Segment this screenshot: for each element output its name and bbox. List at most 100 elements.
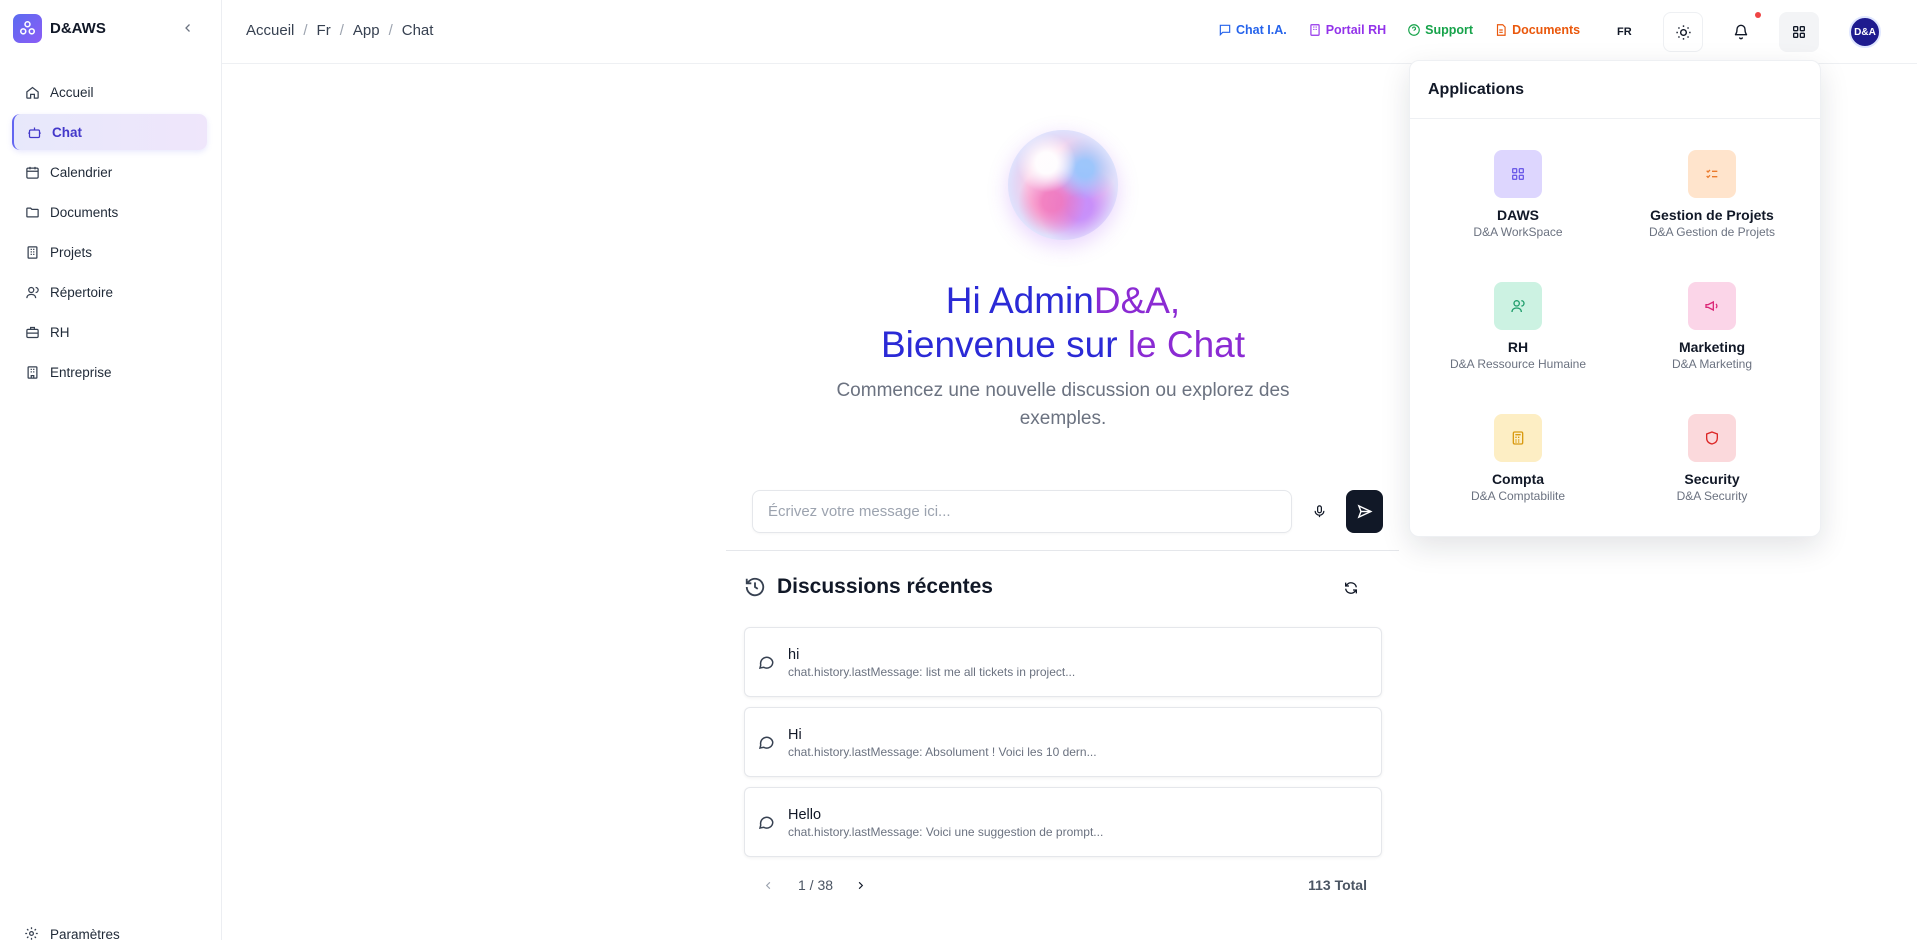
message-circle-icon — [758, 736, 774, 749]
conversation-item[interactable]: Hello chat.history.lastMessage: Voici un… — [744, 787, 1382, 857]
quick-link-label: Documents — [1512, 23, 1581, 37]
section-divider — [726, 550, 1399, 551]
bot-icon — [26, 124, 42, 140]
sidebar-item-entreprise[interactable]: Entreprise — [12, 354, 207, 390]
app-subtitle: D&A Comptabilite — [1470, 489, 1566, 503]
app-subtitle: D&A Marketing — [1671, 357, 1753, 371]
chevron-left-icon — [185, 24, 190, 32]
sidebar-item-projets[interactable]: Projets — [12, 234, 207, 270]
next-page-button[interactable] — [852, 875, 868, 895]
quick-links: Chat I.A. Portail RH Support Documents — [1218, 23, 1601, 37]
quick-link-portail-rh[interactable]: Portail RH — [1308, 23, 1386, 37]
language-switcher[interactable]: FR — [1617, 26, 1632, 38]
page-indicator: 1 / 38 — [798, 877, 834, 893]
app-name: DAWS — [1497, 207, 1539, 223]
sidebar-item-chat[interactable]: Chat — [12, 114, 207, 150]
top-header: Accueil / Fr / App / Chat Chat I.A. Port… — [222, 0, 1917, 64]
breadcrumb-current: Chat — [401, 22, 434, 39]
send-button[interactable] — [1346, 490, 1383, 533]
sidebar-item-rh[interactable]: RH — [12, 314, 207, 350]
notifications-button[interactable] — [1721, 12, 1761, 52]
sun-icon — [1675, 24, 1691, 40]
message-circle-icon — [758, 656, 774, 669]
refresh-button[interactable] — [1341, 578, 1361, 598]
conversation-title: Hello — [788, 807, 822, 823]
building-icon — [1310, 24, 1320, 36]
greeting-subtitle: Commencez une nouvelle discussion ou exp… — [836, 380, 1290, 429]
welcome-prefix: Bienvenue sur — [880, 324, 1128, 365]
sidebar-item-label: Paramètres — [50, 926, 120, 940]
app-tile-gestion-de-projets[interactable]: Gestion de Projets D&A Gestion de Projet… — [1615, 150, 1809, 260]
calendar-icon — [24, 164, 40, 180]
breadcrumb-item[interactable]: Accueil — [246, 22, 294, 39]
message-circle-icon — [758, 816, 774, 829]
quick-link-documents[interactable]: Documents — [1494, 23, 1580, 37]
quick-link-chat[interactable]: Chat I.A. — [1218, 23, 1287, 37]
calculator-icon — [1494, 414, 1542, 462]
conversation-item[interactable]: Hi chat.history.lastMessage: Absolument … — [744, 707, 1382, 777]
greeting-line-1: Hi AdminD&A, — [770, 279, 1356, 323]
building-icon — [24, 244, 40, 260]
shield-icon — [1688, 414, 1736, 462]
ai-orb-image — [1008, 130, 1118, 240]
breadcrumb-item[interactable]: App — [353, 22, 380, 39]
apps-menu-button[interactable] — [1779, 12, 1819, 52]
apps-dropdown-divider — [1410, 118, 1820, 119]
grid-icon — [1793, 25, 1805, 38]
file-text-icon — [1496, 24, 1506, 36]
home-icon — [24, 84, 40, 100]
sidebar-item-documents[interactable]: Documents — [12, 194, 207, 230]
refresh-icon — [1345, 582, 1357, 594]
app-tile-daws[interactable]: DAWS D&A WorkSpace — [1421, 150, 1615, 260]
breadcrumb-separator: / — [303, 22, 308, 39]
app-root: D&AWS Accueil Chat Calendrier Documents — [0, 0, 1917, 940]
building-icon — [24, 364, 40, 380]
briefcase-icon — [24, 324, 40, 340]
welcome-suffix: le Chat — [1127, 324, 1246, 365]
brand[interactable]: D&AWS — [13, 13, 106, 43]
sidebar-item-parametres[interactable]: Paramètres — [24, 926, 120, 940]
folder-icon — [24, 204, 40, 220]
chevron-left-icon — [765, 881, 770, 889]
greeting-line-2: Bienvenue sur le Chat — [770, 323, 1356, 367]
brand-logo-icon — [13, 13, 42, 43]
sidebar-item-label: Calendrier — [50, 164, 113, 180]
breadcrumb: Accueil / Fr / App / Chat — [246, 22, 433, 39]
apps-dropdown: Applications DAWS D&A WorkSpace Gestion … — [1409, 60, 1821, 537]
conversation-item[interactable]: hi chat.history.lastMessage: list me all… — [744, 627, 1382, 697]
collapse-sidebar-button[interactable] — [178, 18, 198, 38]
users-icon — [1494, 282, 1542, 330]
sidebar-item-label: Répertoire — [50, 284, 114, 300]
brand-name: D&AWS — [50, 19, 106, 37]
sidebar-item-accueil[interactable]: Accueil — [12, 74, 207, 110]
user-avatar[interactable]: D&A — [1849, 16, 1881, 48]
app-subtitle: D&A WorkSpace — [1473, 225, 1563, 239]
quick-link-label: Support — [1425, 23, 1474, 37]
greeting-name: D&A, — [1093, 280, 1181, 321]
app-name: Gestion de Projets — [1650, 207, 1774, 223]
sidebar-item-calendrier[interactable]: Calendrier — [12, 154, 207, 190]
greeting-heading: Hi AdminD&A, Bienvenue sur le Chat — [770, 279, 1356, 367]
sidebar-item-repertoire[interactable]: Répertoire — [12, 274, 207, 310]
theme-toggle-button[interactable] — [1663, 12, 1703, 52]
app-tile-security[interactable]: Security D&A Security — [1615, 414, 1809, 524]
greeting-prefix: Hi Admin — [945, 280, 1094, 321]
breadcrumb-item[interactable]: Fr — [317, 22, 331, 39]
message-input[interactable] — [768, 503, 1291, 520]
app-name: Compta — [1491, 471, 1545, 487]
help-circle-icon — [1408, 24, 1420, 36]
app-tile-marketing[interactable]: Marketing D&A Marketing — [1615, 282, 1809, 392]
conversation-last-message: chat.history.lastMessage: Voici une sugg… — [788, 825, 1104, 839]
quick-link-support[interactable]: Support — [1407, 23, 1473, 37]
app-name: Security — [1684, 471, 1740, 487]
recent-discussions-header: Discussions récentes — [744, 575, 993, 599]
sidebar-item-label: Projets — [50, 244, 93, 260]
sidebar-item-label: Accueil — [50, 84, 94, 100]
app-tile-compta[interactable]: Compta D&A Comptabilite — [1421, 414, 1615, 524]
sidebar-item-label: Documents — [50, 204, 119, 220]
voice-input-button[interactable] — [1309, 500, 1329, 522]
apps-dropdown-title: Applications — [1428, 81, 1525, 98]
previous-page-button[interactable] — [760, 875, 776, 895]
bell-icon — [1734, 24, 1748, 40]
app-tile-rh[interactable]: RH D&A Ressource Humaine — [1421, 282, 1615, 392]
